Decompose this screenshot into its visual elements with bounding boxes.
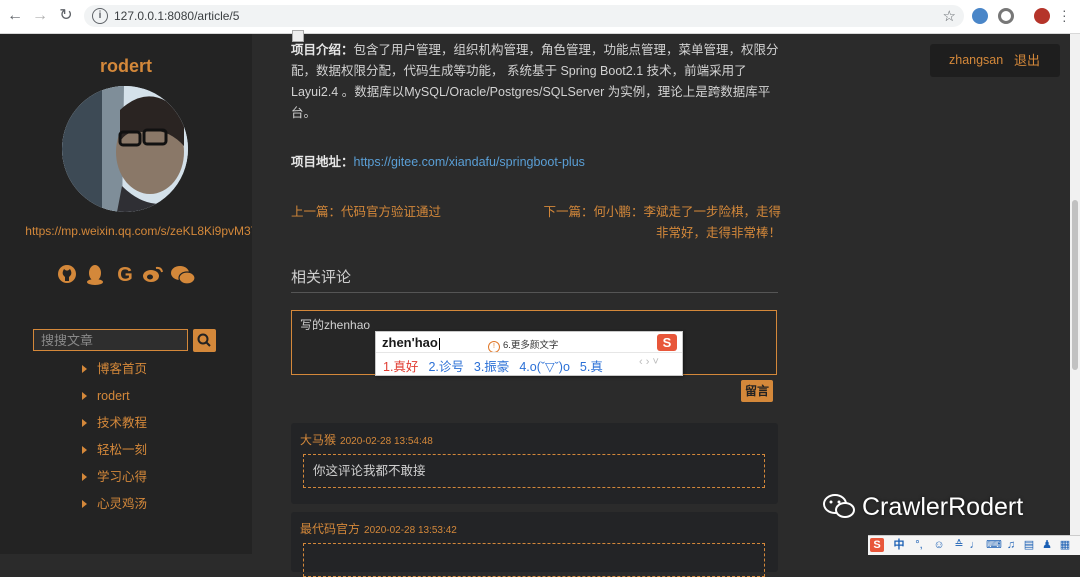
comment-body: 你这评论我都不敢接 (303, 454, 765, 488)
logout-link[interactable]: 退出 (1014, 44, 1040, 77)
divider (291, 292, 778, 293)
ime-candidate[interactable]: 3.振豪 (474, 360, 509, 374)
wechat-icon (823, 494, 855, 518)
emoji-icon[interactable]: ☺ (932, 538, 946, 552)
reload-icon[interactable]: ↻ (56, 6, 76, 26)
sidebar: rodert https://mp.weixin.qq.com/s/zeKL8K… (0, 34, 331, 554)
comments-title: 相关评论 (291, 269, 352, 286)
ime-tool-icon[interactable]: ≙ (952, 538, 966, 552)
sogou-logo-icon[interactable]: S (870, 538, 884, 552)
scrollbar-thumb[interactable] (1072, 200, 1078, 370)
ime-toolbar: S 中 °, ☺ ≙ ♩ ⌨ ♫ ▤ ♟ ▦ (868, 535, 1080, 555)
ime-pinyin: zhen'hao (382, 335, 438, 350)
watermark: CrawlerRodert (822, 493, 1023, 522)
ime-hint[interactable]: ! 6.更多颜文字 (488, 337, 558, 353)
comment-author: 大马猴 2020-02-28 13:54:48 (300, 433, 433, 447)
back-icon[interactable]: ← (5, 6, 25, 26)
comment-time: 2020-02-28 13:53:42 (364, 525, 457, 536)
site-title[interactable]: rodert (0, 56, 252, 77)
avatar (62, 86, 188, 212)
grid-icon[interactable]: ▦ (1058, 538, 1072, 552)
social-icons: G (56, 264, 206, 288)
keyboard-icon[interactable]: ⌨ (986, 538, 1002, 552)
sidebar-item-soup[interactable]: 心灵鸡汤 (80, 494, 147, 521)
menu-kebab-icon[interactable]: · · · (1062, 3, 1067, 27)
github-icon[interactable] (56, 264, 78, 286)
comment-text-value[interactable]: 写的zhenhao (300, 316, 370, 333)
wechat-icon[interactable] (170, 264, 196, 286)
project-url: 项目地址：https://gitee.com/xiandafu/springbo… (291, 152, 781, 173)
ime-page-arrows-icon[interactable]: ‹ › ˅ (639, 356, 659, 368)
prev-article-link[interactable]: 上一篇：代码官方验证通过 (291, 202, 441, 223)
microphone-icon[interactable]: ♩ (968, 538, 982, 552)
site-info-icon[interactable]: i (92, 8, 108, 24)
bookmark-star-icon[interactable]: ☆ (943, 7, 956, 25)
comment-item: 大马猴 2020-02-28 13:54:48 你这评论我都不敢接 (291, 423, 778, 504)
comment-item: 最代码官方 2020-02-28 13:53:42 (291, 512, 778, 577)
project-url-link[interactable]: https://gitee.com/xiandafu/springboot-pl… (354, 155, 585, 169)
ime-candidate[interactable]: 4.o(ˇ▽ˇ)o (519, 360, 570, 374)
search-button[interactable] (193, 329, 216, 352)
forward-icon[interactable]: → (30, 6, 50, 26)
article-main: 项目介绍：包含了用户管理，组织机构管理，角色管理，功能点管理，菜单管理，权限分配… (252, 30, 1080, 577)
intro-label: 项目介绍： (291, 43, 354, 57)
sidebar-item-rodert[interactable]: rodert (80, 386, 147, 413)
submit-comment-button[interactable]: 留言 (741, 380, 773, 402)
sidebar-item-tutorials[interactable]: 技术教程 (80, 413, 147, 440)
search-icon (197, 333, 211, 347)
qq-icon[interactable] (84, 264, 106, 286)
comment-body (303, 543, 765, 577)
username[interactable]: zhangsan (949, 44, 1003, 77)
ime-candidate[interactable]: 5.真 (580, 360, 603, 374)
intro-text: 包含了用户管理，组织机构管理，角色管理，功能点管理，菜单管理，权限分配，数据权限… (291, 43, 779, 120)
address-bar[interactable]: i 127.0.0.1:8080/article/5 ☆ (84, 5, 964, 27)
sidebar-item-home[interactable]: 博客首页 (80, 359, 147, 386)
punctuation-icon[interactable]: °, (912, 538, 926, 552)
ime-candidates: 1.真好 2.诊号 3.振豪 4.o(ˇ▽ˇ)o 5.真 (383, 356, 613, 375)
comment-time: 2020-02-28 13:54:48 (340, 436, 433, 447)
ime-mode-toggle[interactable]: 中 (892, 538, 906, 552)
google-icon[interactable]: G (114, 264, 136, 286)
toolbox-icon[interactable]: ▤ (1022, 538, 1036, 552)
search-input[interactable]: 搜搜文章 (33, 329, 188, 351)
shirt-icon[interactable]: ♟ (1040, 538, 1054, 552)
user-menu: zhangsan 退出 (930, 44, 1060, 77)
sidebar-nav: 博客首页 rodert 技术教程 轻松一刻 学习心得 心灵鸡汤 (80, 359, 147, 521)
ime-candidate[interactable]: 2.诊号 (428, 360, 463, 374)
url-label: 项目地址： (291, 155, 354, 169)
next-article-link[interactable]: 下一篇：何小鹏：李斌走了一步险棋，走得非常好，走得非常棒！ (541, 202, 781, 244)
sidebar-item-learning[interactable]: 学习心得 (80, 467, 147, 494)
sidebar-item-relax[interactable]: 轻松一刻 (80, 440, 147, 467)
ime-candidate-window: zhen'hao ! 6.更多颜文字 S 1.真好 2.诊号 3.振豪 4.o(ˇ▽ˇ)… (375, 331, 683, 376)
weibo-icon[interactable] (142, 264, 164, 286)
comment-author: 最代码官方 2020-02-28 13:53:42 (300, 522, 457, 536)
url-text[interactable]: 127.0.0.1:8080/article/5 (114, 9, 239, 23)
sogou-logo-icon[interactable]: S (657, 334, 677, 351)
extension-icon[interactable] (998, 8, 1014, 24)
extension-icon[interactable] (972, 8, 988, 24)
divider (376, 352, 682, 353)
browser-toolbar: ← → ↻ i 127.0.0.1:8080/article/5 ☆ · · · (0, 0, 1080, 34)
ime-candidate[interactable]: 1.真好 (383, 360, 418, 374)
skin-icon[interactable]: ♫ (1004, 538, 1018, 552)
project-intro: 项目介绍：包含了用户管理，组织机构管理，角色管理，功能点管理，菜单管理，权限分配… (291, 40, 781, 124)
watermark-text: CrawlerRodert (862, 493, 1024, 521)
profile-avatar-icon[interactable] (1034, 8, 1050, 24)
